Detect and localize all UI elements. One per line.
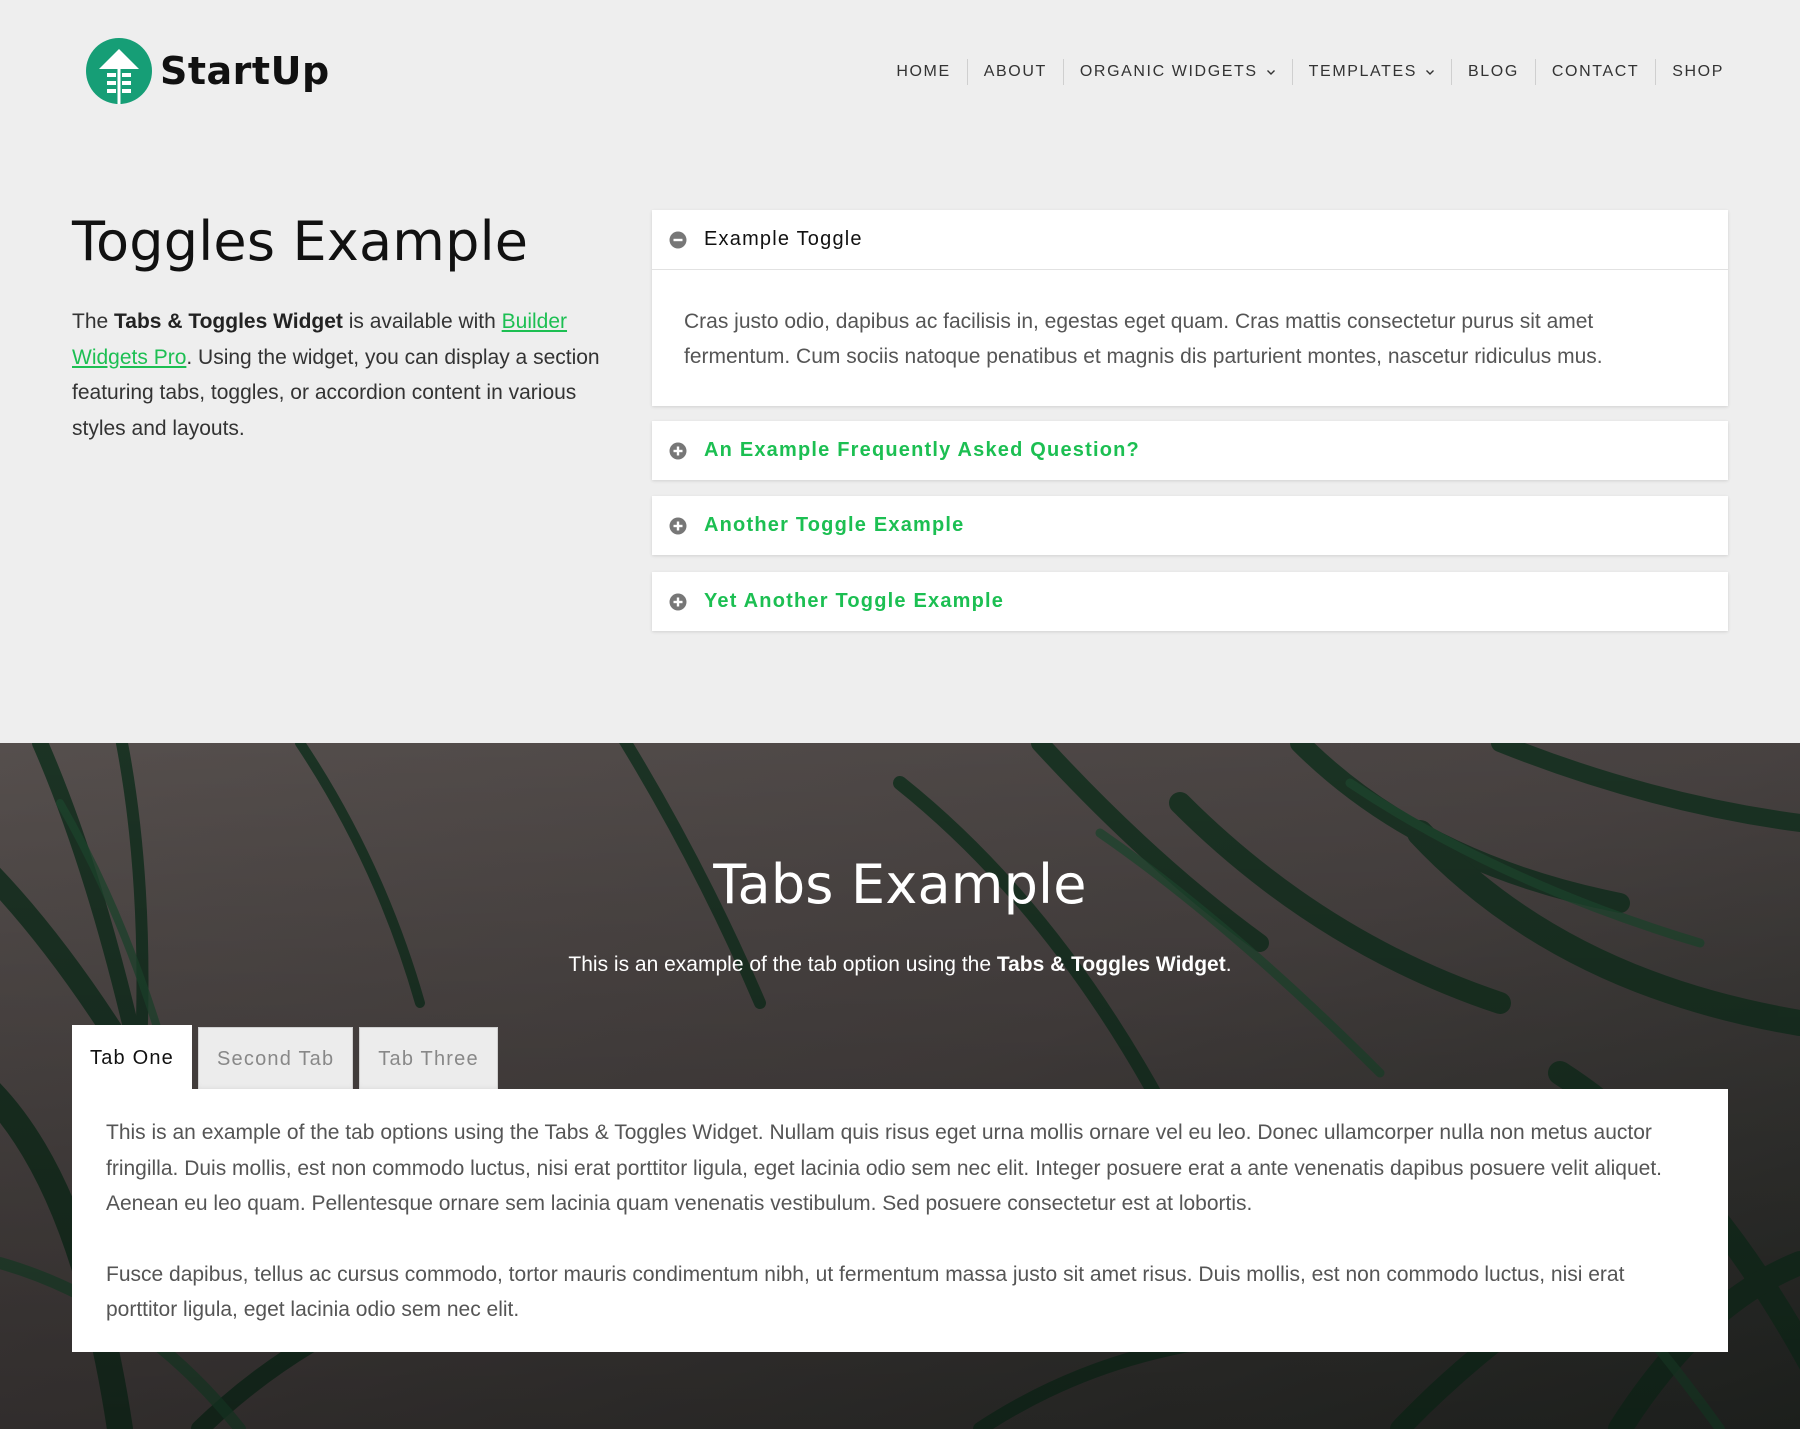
toggles-section-title: Toggles Example xyxy=(72,210,529,273)
nav-label: CONTACT xyxy=(1551,63,1640,80)
plus-circle-icon xyxy=(669,593,687,610)
tab-label: Tab One xyxy=(90,1046,175,1069)
nav-item-blog[interactable]: BLOG xyxy=(1451,59,1535,85)
tab-panel-paragraph: Fusce dapibus, tellus ac cursus commodo,… xyxy=(106,1262,1625,1322)
intro-middle: is available with xyxy=(342,310,502,333)
site-header: StartUp HOME ABOUT ORGANIC WIDGETS TEMPL… xyxy=(0,0,1800,150)
toggle-header[interactable]: An Example Frequently Asked Question? xyxy=(652,421,1728,480)
tab-one[interactable]: Tab One xyxy=(72,1025,193,1091)
toggle-label: Example Toggle xyxy=(704,228,863,250)
site-logo[interactable]: StartUp xyxy=(86,38,330,104)
toggle-header[interactable]: Example Toggle xyxy=(652,210,1728,269)
logo-text: StartUp xyxy=(160,49,330,93)
chevron-down-icon xyxy=(1426,70,1435,75)
toggle-body: Cras justo odio, dapibus ac facilisis in… xyxy=(652,269,1728,406)
toggle-header[interactable]: Yet Another Toggle Example xyxy=(652,572,1728,631)
startup-logo-icon xyxy=(86,38,152,104)
tab-bar: Tab One Second Tab Tab Three xyxy=(72,1025,504,1091)
nav-item-home[interactable]: HOME xyxy=(880,59,966,85)
tab-panel: This is an example of the tab options us… xyxy=(72,1089,1728,1352)
nav-item-organic-widgets[interactable]: ORGANIC WIDGETS xyxy=(1062,59,1292,85)
toggle-label: Another Toggle Example xyxy=(704,514,965,536)
tab-three[interactable]: Tab Three xyxy=(359,1027,498,1091)
toggle-yet-another: Yet Another Toggle Example xyxy=(652,572,1728,631)
tabs-intro-bold: Tabs & Toggles Widget xyxy=(996,953,1226,976)
nav-label: BLOG xyxy=(1468,63,1519,80)
nav-item-about[interactable]: ABOUT xyxy=(966,59,1063,85)
toggle-label: Yet Another Toggle Example xyxy=(704,590,1005,612)
nav-label: TEMPLATES xyxy=(1308,63,1418,80)
tab-label: Tab Three xyxy=(378,1048,479,1070)
toggle-label: An Example Frequently Asked Question? xyxy=(704,439,1140,461)
toggle-another: Another Toggle Example xyxy=(652,496,1728,555)
nav-label: SHOP xyxy=(1672,63,1724,80)
tabs-intro-suffix: . xyxy=(1225,953,1232,976)
tabs-intro-text: This is an example of the tab option usi… xyxy=(0,953,1800,977)
minus-circle-icon xyxy=(669,231,687,248)
tab-second[interactable]: Second Tab xyxy=(198,1027,354,1091)
tabs-intro-prefix: This is an example of the tab option usi… xyxy=(568,953,997,976)
nav-label: ABOUT xyxy=(983,63,1047,80)
nav-item-templates[interactable]: TEMPLATES xyxy=(1291,59,1451,85)
tab-label: Second Tab xyxy=(217,1048,335,1070)
tabs-section-title: Tabs Example xyxy=(713,853,1087,916)
nav-label: ORGANIC WIDGETS xyxy=(1079,63,1258,80)
intro-prefix: The xyxy=(72,310,115,333)
toggle-header[interactable]: Another Toggle Example xyxy=(652,496,1728,555)
toggle-example-toggle: Example Toggle Cras justo odio, dapibus … xyxy=(652,210,1728,406)
chevron-down-icon xyxy=(1266,70,1275,75)
toggle-faq: An Example Frequently Asked Question? xyxy=(652,421,1728,480)
intro-bold: Tabs & Toggles Widget xyxy=(114,310,343,333)
plus-circle-icon xyxy=(669,442,687,459)
nav-label: HOME xyxy=(896,63,951,80)
nav-item-contact[interactable]: CONTACT xyxy=(1534,59,1655,85)
plus-circle-icon xyxy=(669,517,687,534)
main-nav: HOME ABOUT ORGANIC WIDGETS TEMPLATES BLO… xyxy=(880,58,1724,86)
toggles-intro-text: The Tabs & Toggles Widget is available w… xyxy=(72,304,602,446)
tab-panel-paragraph: This is an example of the tab options us… xyxy=(106,1121,1663,1215)
tabs-section: Tabs Example This is an example of the t… xyxy=(0,743,1800,1429)
nav-item-shop[interactable]: SHOP xyxy=(1655,59,1724,85)
